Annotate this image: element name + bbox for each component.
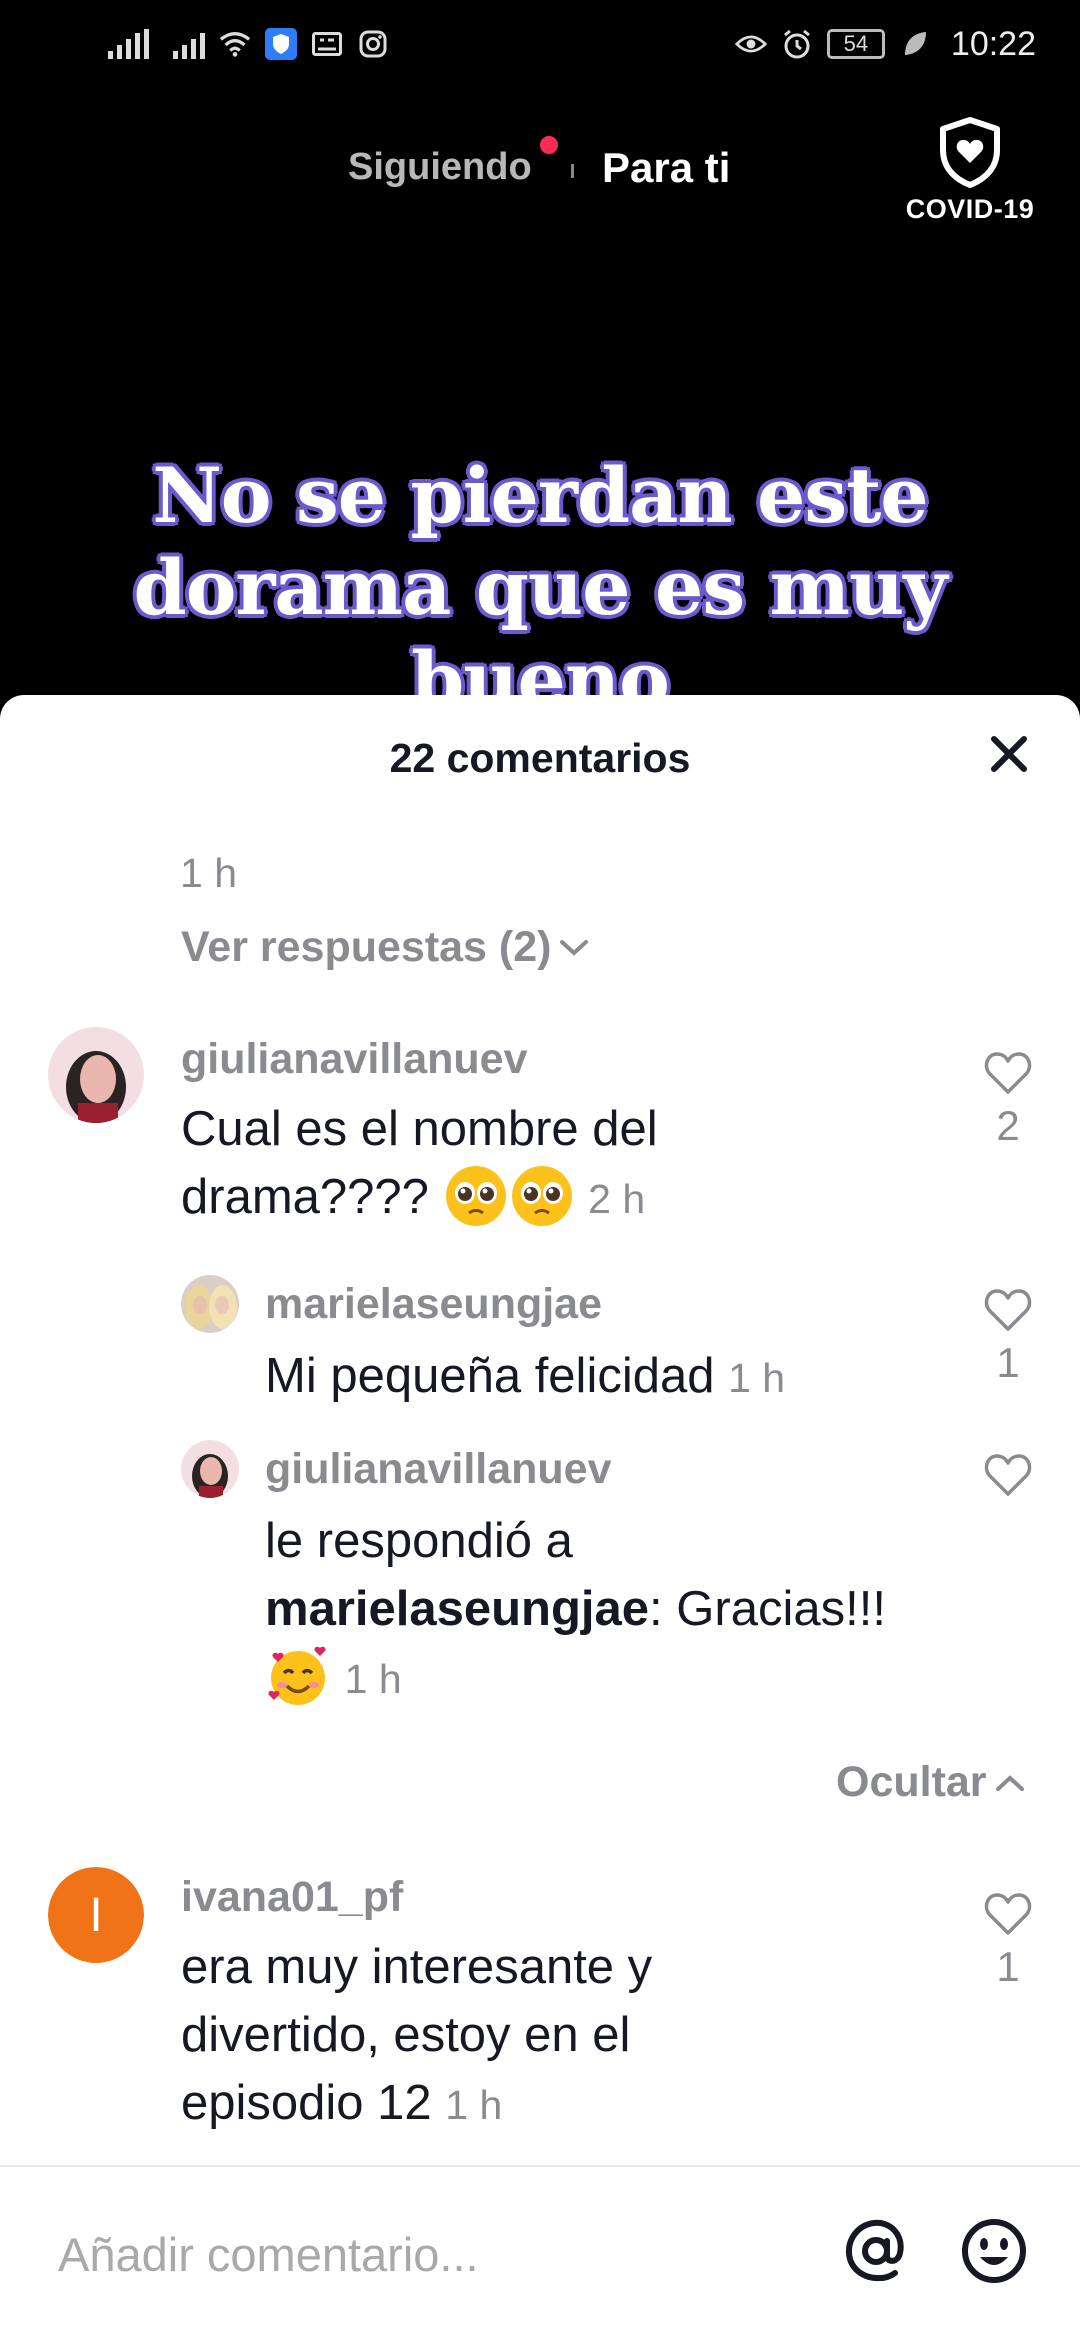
like-count: 2 [996, 1102, 1020, 1149]
comment-input[interactable] [58, 2219, 798, 2289]
shield-vpn-icon [265, 28, 297, 60]
alarm-icon [781, 28, 813, 60]
avatar[interactable] [181, 1275, 239, 1333]
like-count: 1 [996, 1339, 1020, 1386]
covid-button[interactable]: COVID-19 [900, 116, 1040, 225]
avatar-initial: I [89, 1888, 103, 1942]
view-replies-label: Ver respuestas (2) [181, 923, 552, 971]
tab-divider [571, 164, 574, 178]
eye-comfort-icon [734, 28, 767, 60]
comment-text: era muy interesante y divertido, estoy e… [181, 1940, 653, 2130]
like-button[interactable]: 2 [968, 1050, 1048, 1150]
status-left-icons [108, 22, 389, 66]
shield-heart-icon [940, 117, 1000, 188]
comment-timestamp: 1 h [445, 2082, 503, 2128]
chevron-down-icon [560, 939, 589, 956]
comment-text: Cual es el nombre del drama???? 2 h [181, 1095, 721, 1233]
comment-input-bar [0, 2165, 1080, 2340]
reply-mention[interactable]: marielaseungjae [265, 1582, 649, 1636]
pleading-face-emoji [445, 1166, 506, 1227]
reply-timestamp: 1 h [344, 1656, 402, 1702]
emoji-button[interactable] [958, 2215, 1030, 2287]
reply-timestamp: 1 h [728, 1355, 786, 1401]
clock: 10:22 [950, 24, 1036, 63]
mention-button[interactable] [840, 2215, 912, 2287]
wifi-icon [219, 28, 251, 60]
status-right-icons: 54 10:22 [734, 22, 1036, 66]
comments-count-title: 22 comentarios [389, 735, 691, 781]
instagram-icon [357, 28, 389, 60]
reply-username[interactable]: marielaseungjae [265, 1280, 602, 1329]
at-sign-icon [845, 2219, 904, 2282]
close-button[interactable] [984, 729, 1034, 779]
close-icon [991, 736, 1027, 772]
video-caption-text: No se pierdan este dorama que es muy bue… [133, 451, 948, 724]
reply-username[interactable]: giulianavillanuev [265, 1445, 612, 1494]
previous-comment-timestamp: 1 h [180, 850, 237, 896]
comments-sheet: 22 comentarios 1 h Ver respuestas (2) gi… [0, 695, 1080, 2340]
reply-text: Mi pequeña felicidad 1 h [265, 1349, 786, 1403]
view-replies-link[interactable]: Ver respuestas (2) [181, 923, 591, 972]
heart-icon [984, 1454, 1032, 1496]
avatar[interactable]: I [48, 1867, 144, 1963]
covid-label: COVID-19 [905, 194, 1035, 224]
leaf-icon [899, 28, 931, 60]
tab-for-you[interactable]: Para ti [602, 144, 730, 192]
smiley-icon [962, 2219, 1026, 2283]
battery-icon: 54 [826, 29, 885, 59]
pleading-face-emoji [511, 1166, 572, 1227]
like-button[interactable] [968, 1452, 1048, 1498]
signal-icon [108, 29, 149, 59]
gallery-icon [311, 28, 343, 60]
smiling-face-with-hearts-emoji [268, 1646, 326, 1706]
avatar[interactable] [181, 1440, 239, 1498]
comment-username[interactable]: ivana01_pf [181, 1873, 403, 1922]
hide-replies-label: Ocultar [836, 1758, 987, 1806]
heart-icon [984, 1052, 1032, 1094]
chevron-up-icon [995, 1774, 1024, 1791]
hide-replies-link[interactable]: Ocultar [836, 1758, 1027, 1807]
heart-icon [984, 1893, 1032, 1935]
reply-text: le respondió a marielaseungjae: Gracias!… [265, 1507, 965, 1713]
tab-following[interactable]: Siguiendo [348, 146, 532, 189]
like-count: 1 [996, 1943, 1020, 1990]
like-button[interactable]: 1 [968, 1287, 1048, 1387]
comment-username[interactable]: giulianavillanuev [181, 1035, 528, 1084]
comment-timestamp: 2 h [588, 1176, 646, 1222]
like-button[interactable]: 1 [968, 1891, 1048, 1991]
status-bar: 54 10:22 [0, 0, 1080, 90]
avatar[interactable] [48, 1027, 144, 1123]
signal-icon-2 [173, 29, 205, 59]
heart-icon [984, 1289, 1032, 1331]
notification-dot [540, 136, 558, 154]
